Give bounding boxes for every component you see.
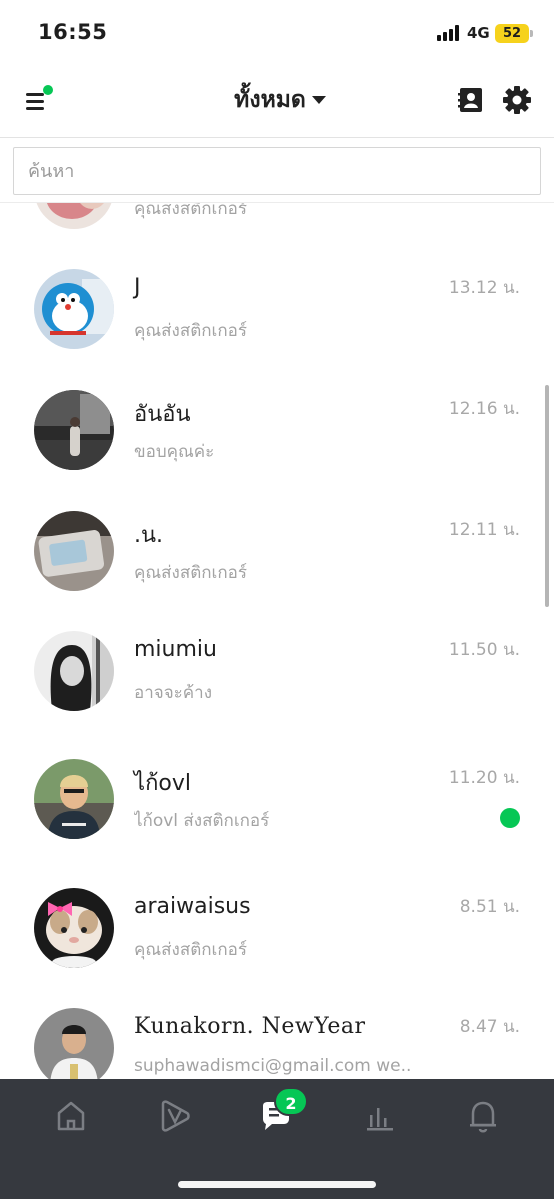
status-bar: 16:55 4G 52	[0, 0, 554, 64]
chat-time: 13.12 น.	[448, 278, 520, 298]
chat-last-message: คุณส่งสติกเกอร์	[134, 940, 247, 960]
chat-last-message: suphawadismci@gmail.com we..	[134, 1056, 412, 1076]
hamburger-menu-icon[interactable]	[22, 84, 56, 118]
search-bar	[0, 139, 554, 203]
chat-name: araiwaisus	[134, 894, 251, 919]
avatar	[34, 269, 114, 349]
gear-icon[interactable]	[502, 85, 532, 115]
voom-play-icon[interactable]	[155, 1096, 195, 1136]
chat-time: 12.16 น.	[448, 399, 520, 419]
chat-time: 11.50 น.	[448, 640, 520, 660]
chat-time: 11.20 น.	[448, 768, 520, 788]
avatar	[34, 759, 114, 839]
avatar	[34, 1008, 114, 1079]
chat-name: Kunakorn. NewYear	[134, 1014, 366, 1039]
chat-last-message: คุณส่งสติกเกอร์	[134, 321, 247, 341]
menu-notification-dot	[43, 85, 53, 95]
stats-chart-icon[interactable]	[359, 1096, 399, 1136]
chat-last-message: ไก้ovl ส่งสติกเกอร์	[134, 811, 270, 831]
chat-last-message: อาจจะค้าง	[134, 683, 213, 703]
filter-dropdown[interactable]: ทั้งหมด	[200, 82, 360, 120]
chat-last-message: คุณส่งสติกเกอร์	[134, 563, 247, 583]
chat-name: J	[134, 275, 141, 300]
chat-time: 8.47 น.	[459, 1017, 520, 1037]
caret-down-icon	[311, 96, 326, 104]
chat-list[interactable]: คุณส่งสติกเกอร์ J คุณส่งสติกเกอร์ 13.12 …	[0, 139, 554, 1079]
avatar	[34, 631, 114, 711]
avatar	[34, 390, 114, 470]
chat-name: ไก้ovl	[134, 771, 191, 796]
network-type: 4G	[467, 24, 490, 42]
chat-list-item[interactable]: ไก้ovl ไก้ovl ส่งสติกเกอร์ 11.20 น.	[0, 759, 554, 879]
status-time: 16:55	[38, 20, 108, 44]
chat-list-item[interactable]: .น. คุณส่งสติกเกอร์ 12.11 น.	[0, 511, 554, 631]
battery-level: 52	[502, 26, 522, 41]
contact-card-icon[interactable]	[457, 86, 485, 114]
chat-last-message: ขอบคุณค่ะ	[134, 442, 215, 462]
bell-icon[interactable]	[463, 1096, 503, 1136]
battery-icon: 52	[495, 24, 533, 43]
app-header: ทั้งหมด	[0, 64, 554, 138]
chat-name: miumiu	[134, 637, 217, 662]
avatar	[34, 888, 114, 968]
chat-time: 8.51 น.	[459, 897, 520, 917]
chat-time: 12.11 น.	[448, 520, 520, 540]
search-input[interactable]	[13, 147, 541, 195]
unread-indicator	[500, 808, 520, 828]
chat-list-item[interactable]: miumiu อาจจะค้าง 11.50 น.	[0, 631, 554, 751]
home-icon[interactable]	[51, 1096, 91, 1136]
scrollbar[interactable]	[545, 385, 549, 607]
chat-name: อันอัน	[134, 402, 191, 427]
avatar	[34, 511, 114, 591]
chat-list-item[interactable]: araiwaisus คุณส่งสติกเกอร์ 8.51 น.	[0, 888, 554, 1008]
chat-name: .น.	[134, 523, 164, 548]
chat-list-item[interactable]: อันอัน ขอบคุณค่ะ 12.16 น.	[0, 390, 554, 510]
chat-list-item[interactable]: J คุณส่งสติกเกอร์ 13.12 น.	[0, 269, 554, 389]
signal-strength-icon	[437, 25, 461, 41]
home-indicator	[178, 1181, 376, 1188]
page-title: ทั้งหมด	[234, 87, 306, 113]
chat-unread-badge: 2	[274, 1087, 308, 1116]
chat-list-item[interactable]: Kunakorn. NewYear suphawadismci@gmail.co…	[0, 1008, 554, 1079]
